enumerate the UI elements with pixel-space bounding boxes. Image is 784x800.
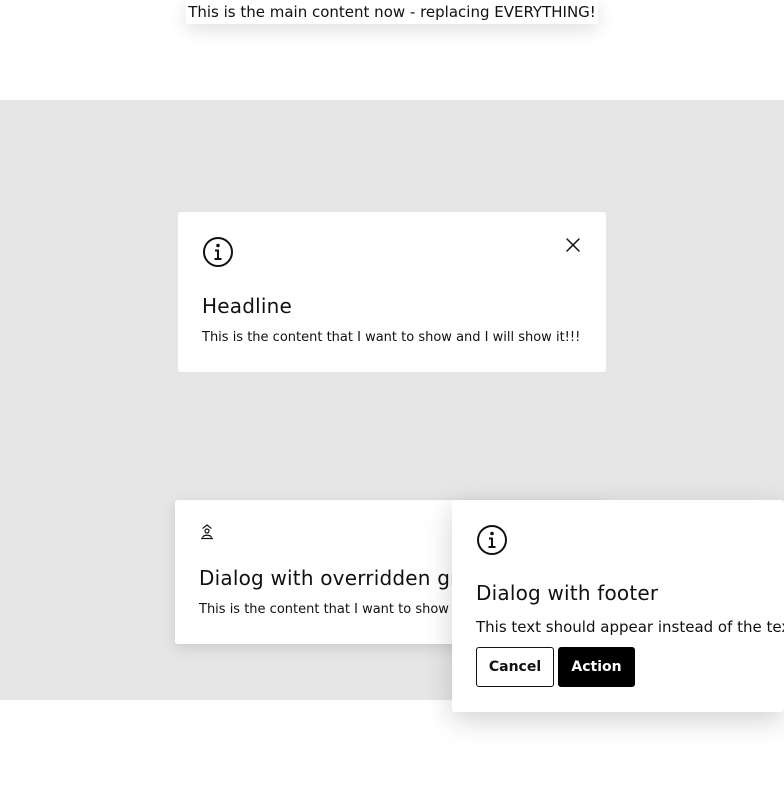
dialog-footer-actions: Cancel Action [476,647,635,687]
dialog-footer-content: This text should appear instead of the t… [476,618,784,636]
dialog-glyph-title: Dialog with overridden gr [199,566,459,590]
dialog-headline-content: This is the content that I want to show … [202,330,581,345]
main-content-text: This is the main content now - replacing… [188,3,596,21]
info-icon [476,524,508,556]
dialog-headline-title: Headline [202,294,292,318]
action-button[interactable]: Action [558,647,635,687]
dialog-with-footer: Dialog with footer This text should appe… [452,500,784,712]
page: This is the main content now - replacing… [0,0,784,800]
dialog-headline: Headline This is the content that I want… [178,212,606,372]
main-content-card: This is the main content now - replacing… [186,0,598,24]
person-up-icon [199,524,215,540]
info-icon [202,236,234,268]
cancel-button[interactable]: Cancel [476,647,554,687]
dialog-glyph-content: This is the content that I want to show [199,602,449,617]
dialog-footer-title: Dialog with footer [476,581,659,605]
close-icon[interactable] [564,236,582,254]
